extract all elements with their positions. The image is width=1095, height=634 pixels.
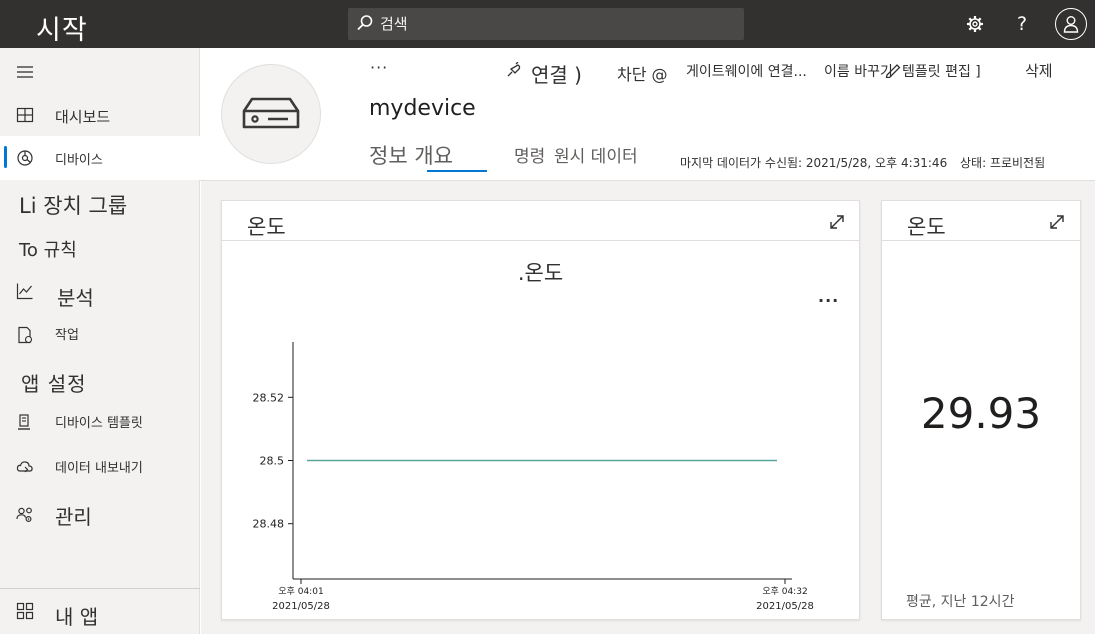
analytics-icon [16, 283, 33, 300]
data-export-icon [16, 461, 33, 473]
sidebar-item-label: 분석 [57, 286, 94, 310]
device-name: mydevice [369, 96, 476, 121]
block-button[interactable]: 차단 @ [617, 61, 668, 85]
line-chart: 28.52 28.5 28.48 오후 04:01 2021/05/28 오후 04:32… [253, 342, 814, 612]
sidebar-item-label: 디바이스 템플릿 [55, 416, 143, 431]
jobs-icon [18, 326, 33, 344]
dashboard-icon [16, 107, 34, 123]
sidebar-item-analytics[interactable]: 분석 [0, 274, 200, 314]
x-tick-date-label: 2021/05/28 [756, 601, 814, 612]
edit-icon [885, 64, 901, 78]
sidebar-item-label: 디바이스 [55, 153, 103, 168]
avatar[interactable] [1055, 8, 1087, 40]
top-bar: 시작 ? [0, 0, 1095, 48]
help-icon[interactable]: ? [1010, 12, 1034, 36]
app-title[interactable]: 시작 [36, 8, 88, 47]
tab-commands[interactable]: 명령 [514, 142, 545, 167]
edit-template-button[interactable]: 템플릿 편집 ] [902, 61, 981, 81]
active-tab-underline [427, 170, 487, 172]
plug-icon [507, 62, 521, 77]
sidebar-divider [0, 588, 200, 589]
line-chart-tile: 온도 .온도 ··· 28.52 28.5 28.48 오후 04:01 2021/05… [221, 200, 860, 620]
active-indicator [4, 146, 7, 168]
sidebar-item-devices[interactable]: 디바이스 [0, 136, 200, 180]
administration-icon [16, 507, 32, 523]
kpi-value: 29.93 [920, 389, 1042, 438]
device-icon [242, 97, 300, 129]
sidebar-item-jobs[interactable]: 작업 [0, 320, 200, 360]
sidebar-item-administration[interactable]: 관리 [0, 496, 200, 536]
kpi-footer: 평균, 지난 12시간 [906, 594, 1015, 610]
delete-button[interactable]: 삭제 [1025, 60, 1053, 81]
connect-button[interactable]: 연결 ) [531, 59, 582, 88]
sidebar-item-device-templates[interactable]: 디바이스 템플릿 [0, 408, 200, 448]
sidebar: 대시보드 디바이스 Li 장치 그룹 To 규칙 분석 작업 앱 설정 디바이스… [0, 48, 200, 634]
y-tick-label: 28.5 [260, 455, 285, 468]
sidebar-item-rules[interactable]: To 규칙 [19, 236, 77, 262]
x-tick-date-label: 2021/05/28 [272, 601, 330, 612]
hamburger-icon[interactable] [17, 66, 33, 78]
kpi-tile: 온도 29.93 평균, 지난 12시간 [881, 200, 1081, 620]
tile-header: 온도 [882, 201, 1080, 241]
gear-icon[interactable] [963, 12, 987, 36]
sidebar-item-label: 내 앱 [55, 605, 99, 629]
last-data-received: 마지막 데이터가 수신됨: 2021/5/28, 오후 4:31:46 [680, 156, 948, 170]
search-box[interactable] [348, 8, 744, 40]
search-input[interactable] [380, 8, 736, 40]
x-tick-label: 오후 04:01 [278, 586, 323, 597]
tab-overview[interactable]: 정보 개요 [369, 140, 453, 170]
user-icon [1063, 16, 1079, 33]
sidebar-item-dashboard[interactable]: 대시보드 [0, 94, 200, 134]
sidebar-item-my-apps[interactable]: 내 앱 [0, 594, 200, 634]
tile-title: 온도 [907, 215, 946, 239]
y-tick-label: 28.48 [253, 518, 285, 531]
sidebar-item-label: 대시보드 [55, 108, 111, 126]
my-apps-icon [16, 602, 34, 620]
sidebar-item-label: 데이터 내보내기 [55, 461, 143, 476]
sidebar-item-data-export[interactable]: 데이터 내보내기 [0, 452, 200, 492]
device-status: 상태: 프로비전됨 [960, 156, 1046, 170]
expand-icon[interactable] [1048, 213, 1066, 231]
more-options-button[interactable]: ··· [370, 58, 388, 77]
sidebar-section-app-settings[interactable]: 앱 설정 [21, 368, 87, 397]
sidebar-item-label: 관리 [55, 505, 92, 529]
devices-icon [17, 150, 33, 166]
device-avatar [221, 64, 321, 164]
x-tick-label: 오후 04:32 [762, 586, 807, 597]
tab-raw-data[interactable]: 원시 데이터 [554, 142, 638, 167]
sidebar-item-label: 작업 [55, 328, 79, 343]
device-template-icon [18, 414, 30, 430]
search-icon [357, 15, 373, 31]
y-tick-label: 28.52 [253, 391, 285, 404]
sidebar-item-device-groups[interactable]: Li 장치 그룹 [19, 190, 127, 220]
connect-to-gateway-button[interactable]: 게이트웨이에 연결... [686, 61, 822, 81]
